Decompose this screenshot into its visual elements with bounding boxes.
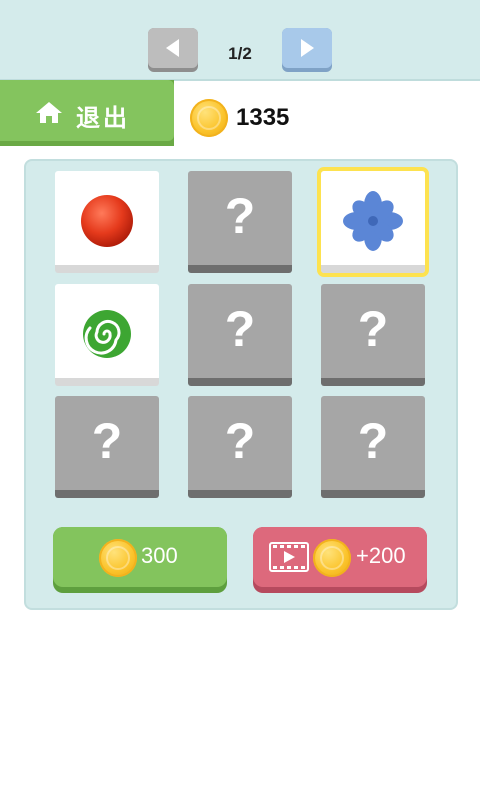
chevron-right-icon bbox=[301, 39, 314, 57]
chevron-left-icon bbox=[166, 39, 179, 57]
home-icon bbox=[36, 102, 62, 123]
card-hidden[interactable]: ? bbox=[188, 396, 292, 498]
question-mark: ? bbox=[224, 188, 256, 244]
card-hidden[interactable]: ? bbox=[55, 396, 159, 498]
exit-button[interactable]: 退出 bbox=[0, 80, 174, 146]
previous-page-button[interactable] bbox=[148, 28, 198, 72]
buy-with-coins-button[interactable]: 300 bbox=[53, 527, 227, 593]
buy-cost-label: 300 bbox=[141, 543, 178, 568]
exit-label: 退出 bbox=[76, 105, 130, 132]
red-ball-icon bbox=[81, 195, 133, 247]
video-film-icon bbox=[269, 542, 309, 572]
question-mark: ? bbox=[91, 413, 123, 469]
next-page-button[interactable] bbox=[282, 28, 332, 72]
card-hidden[interactable]: ? bbox=[321, 396, 425, 498]
question-mark: ? bbox=[224, 301, 256, 357]
coin-icon bbox=[313, 539, 351, 577]
coin-count: 1335 bbox=[236, 104, 290, 131]
card-hidden[interactable]: ? bbox=[321, 284, 425, 386]
card-green-swirl[interactable] bbox=[55, 284, 159, 386]
question-mark: ? bbox=[224, 413, 256, 469]
green-swirl-icon bbox=[83, 310, 131, 358]
card-hidden[interactable]: ? bbox=[188, 171, 292, 273]
question-mark: ? bbox=[357, 301, 389, 357]
card-blue-flower-selected[interactable] bbox=[317, 167, 429, 277]
coin-icon bbox=[190, 99, 228, 137]
card-red-ball[interactable] bbox=[55, 171, 159, 273]
card-hidden[interactable]: ? bbox=[188, 284, 292, 386]
watch-video-reward-button[interactable]: +200 bbox=[253, 527, 427, 593]
question-mark: ? bbox=[357, 413, 389, 469]
top-bar: 1/2 bbox=[0, 0, 480, 81]
blue-flower-icon bbox=[343, 191, 403, 251]
video-reward-label: +200 bbox=[356, 543, 406, 568]
coin-icon bbox=[99, 539, 137, 577]
page-indicator: 1/2 bbox=[228, 44, 252, 63]
